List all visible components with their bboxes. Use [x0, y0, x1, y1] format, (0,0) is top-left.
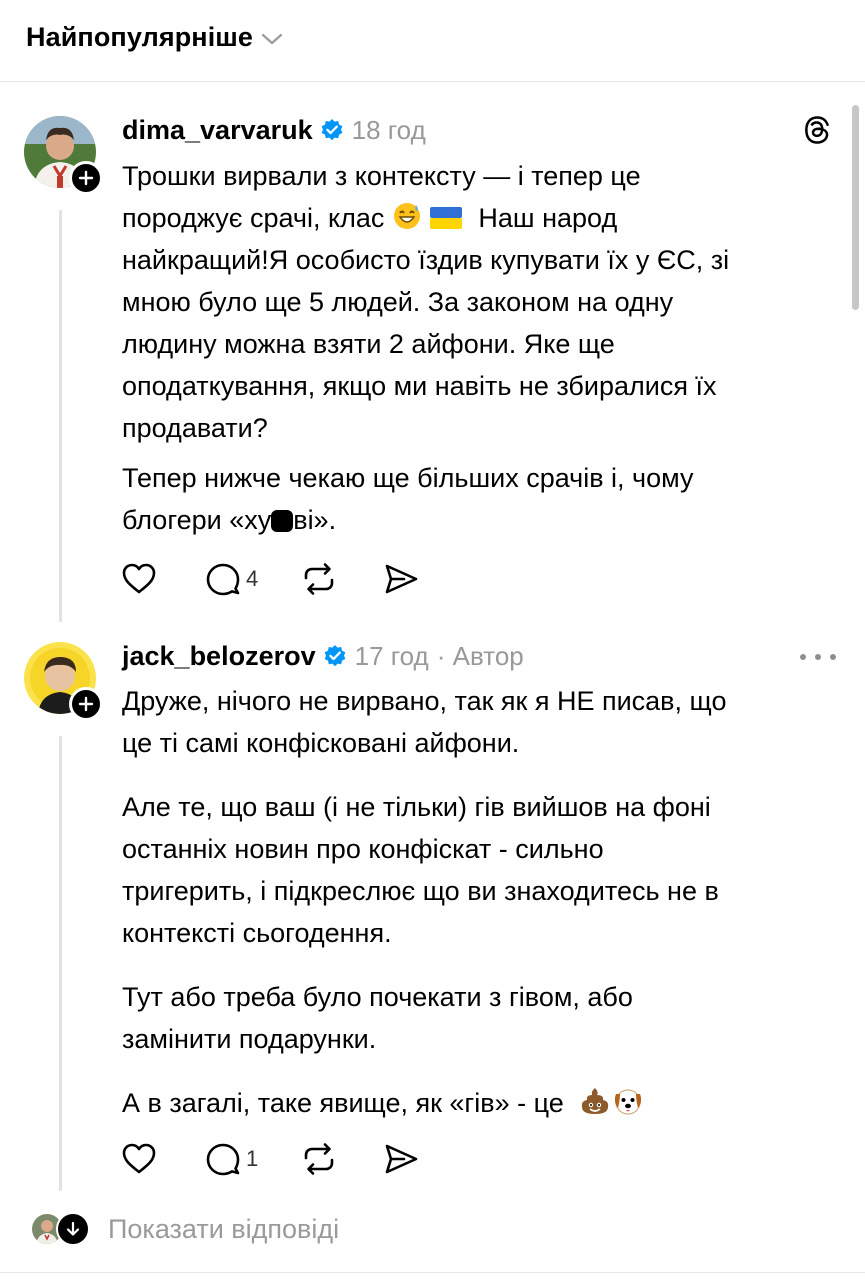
- poop-emoji-icon: [581, 1088, 608, 1114]
- send-icon: [385, 1144, 418, 1174]
- text-line: контексті сьогодення.: [122, 918, 392, 948]
- ukraine-flag-icon: [430, 207, 463, 229]
- text-line: А в загалі, таке явище, як «гів» - це: [122, 1082, 726, 1124]
- follow-plus-button[interactable]: [69, 161, 103, 195]
- show-replies-label: Показати відповіді: [108, 1213, 340, 1244]
- repost-button[interactable]: [300, 1140, 338, 1178]
- text-line: мною було ще 5 людей. За законом на одну: [122, 287, 674, 317]
- comment-text: Друже, нічого не вирвано, так як я НЕ пи…: [122, 680, 726, 1124]
- show-replies-button[interactable]: Показати відповіді: [30, 1212, 339, 1246]
- share-button[interactable]: [382, 560, 420, 598]
- verified-badge-icon: [321, 119, 343, 141]
- comment-button[interactable]: 1: [204, 1140, 258, 1178]
- text-fragment: породжує срачі, клас: [122, 203, 385, 233]
- follow-plus-button[interactable]: [69, 687, 103, 721]
- comment-text: Трошки вирвали з контексту — і тепер це …: [122, 155, 729, 541]
- action-bar: 1: [120, 1140, 420, 1178]
- text-line: Трошки вирвали з контексту — і тепер це: [122, 161, 641, 191]
- heart-icon: [122, 1143, 156, 1174]
- author-tag: · Автор: [436, 640, 524, 671]
- text-fragment: Наш народ: [478, 203, 618, 233]
- reply-count: 4: [246, 566, 259, 591]
- text-line: останніх новин про конфіскат - сильно: [122, 834, 604, 864]
- thread-line: [59, 736, 62, 1191]
- like-button[interactable]: [120, 1140, 158, 1178]
- sort-label: Найпопулярніше: [26, 22, 254, 52]
- text-line: Тепер нижче чекаю ще більших срачів і, ч…: [122, 463, 694, 493]
- like-button[interactable]: [120, 560, 158, 598]
- action-bar: 4: [120, 560, 420, 598]
- text-line: Але те, що ваш (і не тільки) гів вийшов …: [122, 792, 711, 822]
- more-options-button[interactable]: [800, 650, 836, 664]
- repost-icon: [304, 563, 334, 595]
- sort-header: Найпопулярніше: [0, 0, 865, 82]
- text-fragment: А в загалі, таке явище, як «гів» - це: [122, 1088, 564, 1118]
- text-line: Тут або треба було почекати з гівом, або: [122, 982, 633, 1012]
- heart-icon: [122, 563, 156, 594]
- text-line: блогери «ху ві».: [122, 499, 729, 541]
- sort-dropdown[interactable]: Найпопулярніше: [26, 22, 283, 53]
- comment-icon: [206, 1143, 240, 1176]
- redaction-mark: [271, 510, 294, 532]
- more-dots-icon: [830, 654, 836, 660]
- text-line: замінити подарунки.: [122, 1024, 377, 1054]
- text-line: продавати?: [122, 413, 268, 443]
- text-line: найкращий!Я особисто їздив купувати їх у…: [122, 245, 730, 275]
- text-line: це ті самі конфісковані айфони.: [122, 728, 520, 758]
- timestamp: 18 год: [351, 114, 426, 145]
- send-icon: [385, 564, 418, 594]
- repost-button[interactable]: [300, 560, 338, 598]
- reply-count: 1: [246, 1146, 259, 1171]
- username[interactable]: dima_varvaruk: [122, 115, 313, 146]
- divider: [0, 1272, 865, 1273]
- sweat-smile-emoji-icon: [393, 203, 420, 229]
- plus-icon: [78, 170, 94, 186]
- comment-button[interactable]: 4: [204, 560, 258, 598]
- text-line: породжує срачі, клас Наш народ: [122, 197, 729, 239]
- share-button[interactable]: [382, 1140, 420, 1178]
- text-fragment: блогери «ху: [122, 505, 272, 535]
- username[interactable]: jack_belozerov: [122, 641, 316, 672]
- plus-icon: [78, 696, 94, 712]
- text-line: оподаткування, якщо ми навіть не збирали…: [122, 371, 717, 401]
- dog-face-emoji-icon: [614, 1089, 641, 1115]
- comment-header: jack_belozerov 17 год · Автор: [122, 638, 524, 674]
- arrow-down-icon: [56, 1212, 90, 1246]
- text-line: Друже, нічого не вирвано, так як я НЕ пи…: [122, 686, 727, 716]
- text-line: тригерить, і підкреслює що ви знаходитес…: [122, 876, 719, 906]
- chevron-down-icon: [261, 33, 283, 44]
- more-dots-icon: [815, 654, 821, 660]
- comment-icon: [206, 563, 240, 596]
- text-line: людину можна взяти 2 айфони. Яке ще: [122, 329, 615, 359]
- comment-header: dima_varvaruk 18 год: [122, 112, 426, 148]
- verified-badge-icon: [324, 645, 346, 667]
- thread-line: [59, 210, 62, 622]
- timestamp: 17 год: [354, 640, 429, 671]
- repost-icon: [304, 1143, 334, 1175]
- threads-logo-icon[interactable]: [802, 114, 832, 146]
- scrollbar[interactable]: [852, 105, 859, 310]
- text-fragment: ві».: [293, 505, 337, 535]
- more-dots-icon: [800, 654, 806, 660]
